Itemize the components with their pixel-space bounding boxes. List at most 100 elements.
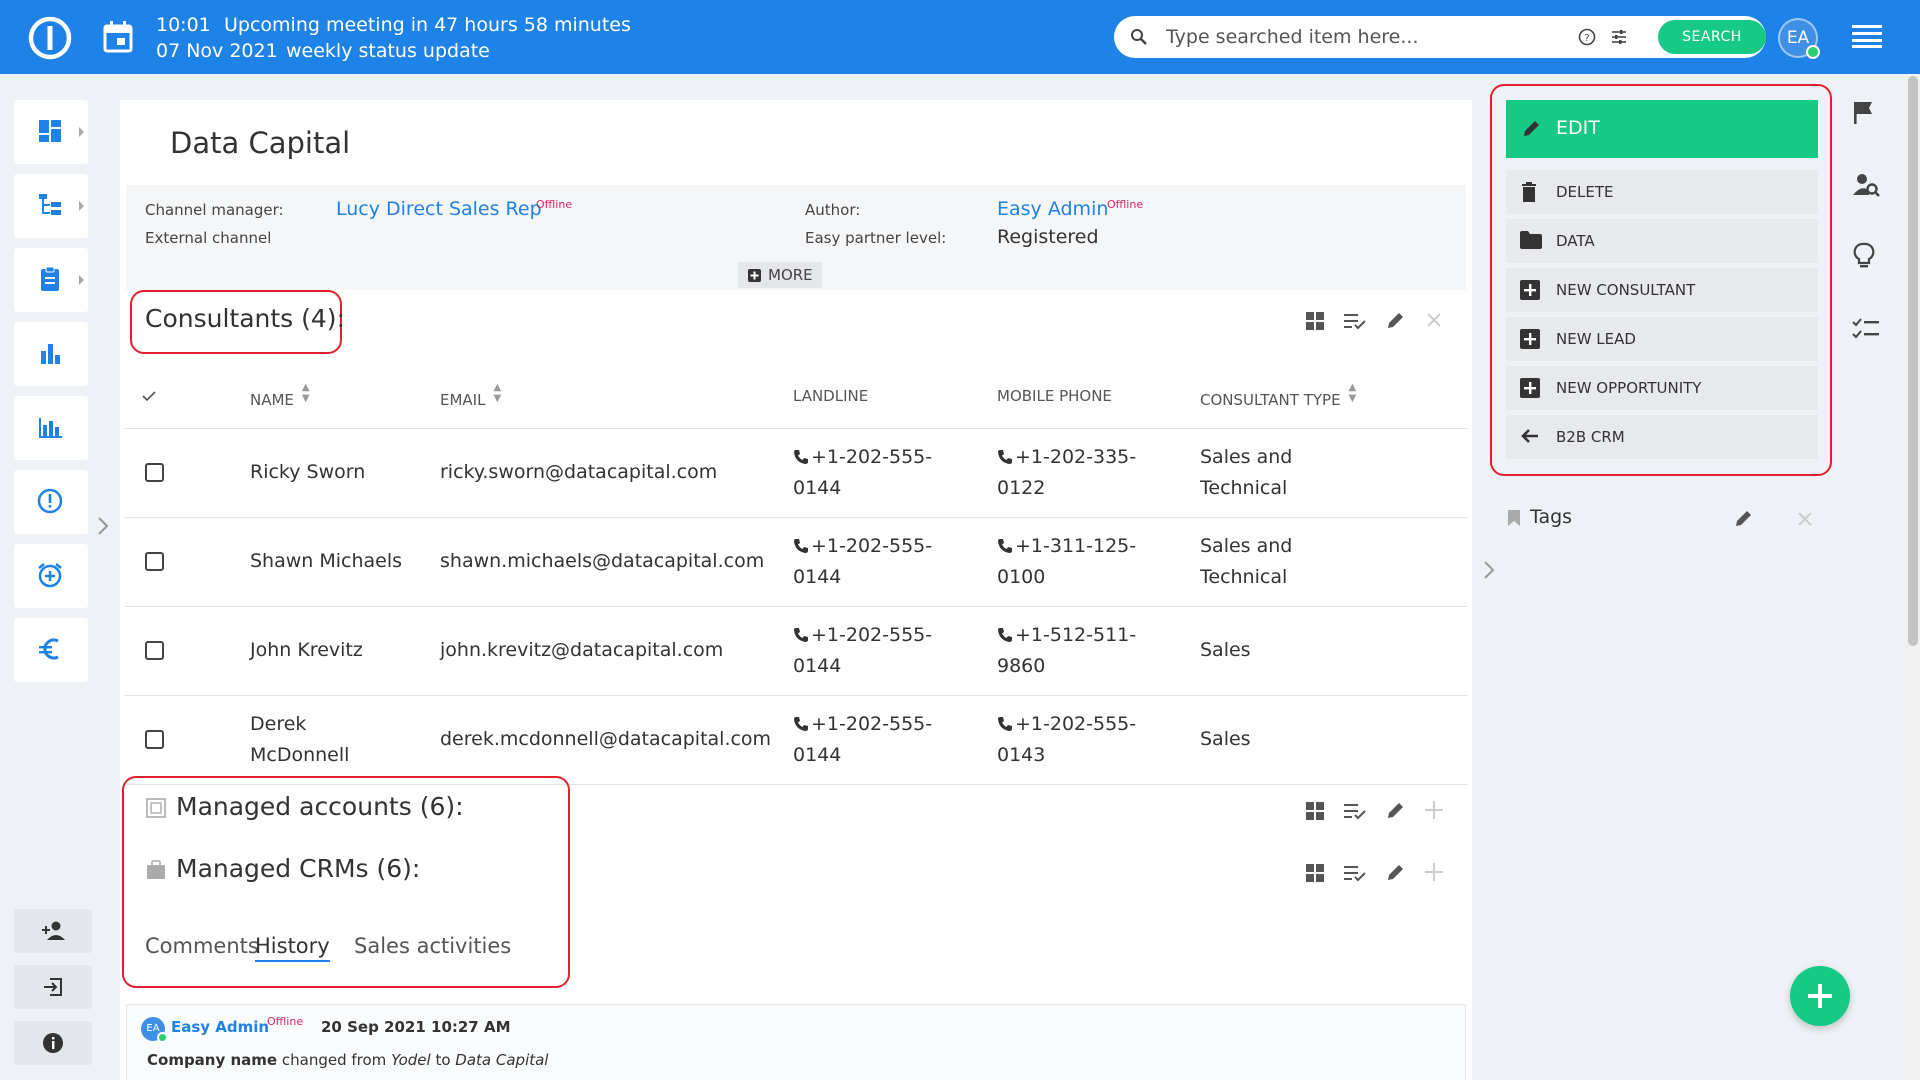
- grid-view-icon[interactable]: [1306, 864, 1324, 882]
- pencil-icon[interactable]: [1386, 800, 1406, 820]
- partner-level-label: Easy partner level:: [805, 229, 947, 247]
- list-check-icon[interactable]: [1344, 864, 1366, 882]
- column-header-mobile-phone[interactable]: MOBILE PHONE: [997, 364, 1200, 429]
- consultant-mobile[interactable]: +1-202-555- 0143: [997, 695, 1200, 785]
- sidebar-item-finance[interactable]: [14, 618, 88, 682]
- consultant-email[interactable]: ricky.sworn@datacapital.com: [440, 428, 793, 518]
- more-button[interactable]: MORE: [738, 262, 822, 288]
- grid-view-icon[interactable]: [1306, 312, 1324, 330]
- logo-icon: [28, 16, 72, 60]
- add-user-button[interactable]: [14, 909, 92, 953]
- tab-sales-activities[interactable]: Sales activities: [354, 934, 511, 958]
- hamburger-menu-icon[interactable]: [1852, 24, 1882, 48]
- tab-history[interactable]: History: [255, 934, 330, 962]
- consultant-email[interactable]: shawn.michaels@datacapital.com: [440, 517, 793, 607]
- consultant-name[interactable]: Shawn Michaels: [250, 517, 440, 607]
- filter-settings-icon[interactable]: [1610, 28, 1628, 46]
- column-header-landline[interactable]: LANDLINE: [793, 364, 997, 429]
- checklist-icon[interactable]: [1852, 318, 1880, 340]
- lightbulb-icon[interactable]: [1852, 242, 1876, 270]
- consultant-landline[interactable]: +1-202-555- 0144: [793, 428, 997, 518]
- sidebar-item-clipboard[interactable]: [14, 248, 88, 312]
- chevron-right-icon: [78, 126, 86, 138]
- consultant-landline[interactable]: +1-202-555- 0144: [793, 517, 997, 607]
- collapse-panel-chevron-icon[interactable]: [1482, 560, 1496, 580]
- row-checkbox[interactable]: [145, 641, 164, 660]
- plus-icon: [1808, 984, 1832, 1008]
- table-row: Ricky Sworn ricky.sworn@datacapital.com …: [124, 428, 1468, 518]
- pencil-icon: [1522, 118, 1542, 138]
- new-consultant-button[interactable]: NEW CONSULTANT: [1506, 268, 1818, 312]
- consultant-mobile[interactable]: +1-202-335- 0122: [997, 428, 1200, 518]
- managed-accounts-title[interactable]: Managed accounts (6):: [176, 792, 464, 821]
- consultant-mobile[interactable]: +1-512-511- 9860: [997, 606, 1200, 696]
- consultant-email[interactable]: derek.mcdonnell@datacapital.com: [440, 695, 793, 785]
- data-button[interactable]: DATA: [1506, 219, 1818, 263]
- list-check-icon[interactable]: [1344, 802, 1366, 820]
- calendar-icon[interactable]: [102, 20, 134, 54]
- b2b-crm-button[interactable]: B2B CRM: [1506, 415, 1818, 459]
- sidebar-item-issues[interactable]: [14, 470, 88, 534]
- consultant-landline[interactable]: +1-202-555- 0144: [793, 606, 997, 696]
- user-avatar[interactable]: EA: [1778, 18, 1820, 59]
- pencil-icon[interactable]: [1386, 862, 1406, 882]
- hierarchy-icon: [36, 191, 64, 219]
- close-icon[interactable]: [1798, 512, 1812, 526]
- search-input[interactable]: [1166, 22, 1566, 52]
- row-checkbox[interactable]: [145, 552, 164, 571]
- tab-comments[interactable]: Comments: [145, 934, 259, 958]
- partner-level-value: Registered: [997, 226, 1099, 248]
- info-button[interactable]: [14, 1021, 92, 1065]
- exit-button[interactable]: [14, 965, 92, 1009]
- meeting-countdown[interactable]: Upcoming meeting in 47 hours 58 minutes: [224, 12, 631, 38]
- flag-icon[interactable]: [1852, 100, 1876, 126]
- sidebar-item-dashboard[interactable]: [14, 100, 88, 164]
- plus-icon[interactable]: [1424, 800, 1444, 820]
- chevron-right-icon: [78, 200, 86, 212]
- column-header-consultant-type[interactable]: CONSULTANT TYPE▲ ▼: [1200, 364, 1468, 429]
- pencil-icon[interactable]: [1734, 508, 1754, 528]
- consultant-mobile[interactable]: +1-311-125- 0100: [997, 517, 1200, 607]
- grid-view-icon[interactable]: [1306, 802, 1324, 820]
- list-check-icon[interactable]: [1344, 312, 1366, 330]
- edit-button[interactable]: EDIT: [1506, 100, 1818, 158]
- select-all-check-icon[interactable]: [124, 364, 250, 429]
- scrollbar-thumb[interactable]: [1908, 76, 1918, 646]
- sidebar-item-reports[interactable]: [14, 322, 88, 386]
- search-user-icon[interactable]: [1852, 172, 1880, 198]
- add-floating-button[interactable]: [1790, 966, 1850, 1026]
- new-lead-button[interactable]: NEW LEAD: [1506, 317, 1818, 361]
- consultant-name[interactable]: Ricky Sworn: [250, 428, 440, 518]
- pencil-icon[interactable]: [1386, 310, 1406, 330]
- new-opportunity-button[interactable]: NEW OPPORTUNITY: [1506, 366, 1818, 410]
- app-logo[interactable]: [28, 16, 72, 60]
- consultant-email[interactable]: john.krevitz@datacapital.com: [440, 606, 793, 696]
- phone-icon: [794, 449, 808, 464]
- delete-button[interactable]: DELETE: [1506, 170, 1818, 214]
- help-icon[interactable]: ?: [1578, 28, 1596, 46]
- expand-sidebar-chevron-icon[interactable]: [96, 516, 110, 536]
- managed-crms-title[interactable]: Managed CRMs (6):: [176, 854, 420, 883]
- more-label: MORE: [768, 266, 813, 284]
- avatar[interactable]: EA: [141, 1017, 168, 1043]
- search-button[interactable]: SEARCH: [1658, 20, 1766, 54]
- consultant-name[interactable]: Derek McDonnell: [250, 695, 440, 785]
- history-author-link[interactable]: Easy Admin: [171, 1018, 269, 1036]
- history-entry: EA Easy Admin Offline 20 Sep 2021 10:27 …: [126, 1004, 1466, 1080]
- channel-manager-link[interactable]: Lucy Direct Sales Rep: [336, 198, 542, 220]
- author-link[interactable]: Easy Admin: [997, 198, 1108, 220]
- meeting-title[interactable]: weekly status update: [286, 38, 490, 64]
- row-checkbox[interactable]: [145, 463, 164, 482]
- row-checkbox[interactable]: [145, 730, 164, 749]
- column-header-name[interactable]: NAME▲ ▼: [250, 364, 440, 429]
- close-icon[interactable]: [1426, 312, 1442, 328]
- consultant-name[interactable]: John Krevitz: [250, 606, 440, 696]
- column-header-email[interactable]: EMAIL▲ ▼: [440, 364, 793, 429]
- sidebar-item-hierarchy[interactable]: [14, 174, 88, 238]
- plus-icon[interactable]: [1424, 862, 1444, 882]
- sidebar-item-analytics[interactable]: [14, 396, 88, 460]
- folder-icon: [1520, 231, 1542, 249]
- current-time: 10:01: [156, 14, 211, 36]
- consultant-landline[interactable]: +1-202-555- 0144: [793, 695, 997, 785]
- sidebar-item-reminders[interactable]: [14, 544, 88, 608]
